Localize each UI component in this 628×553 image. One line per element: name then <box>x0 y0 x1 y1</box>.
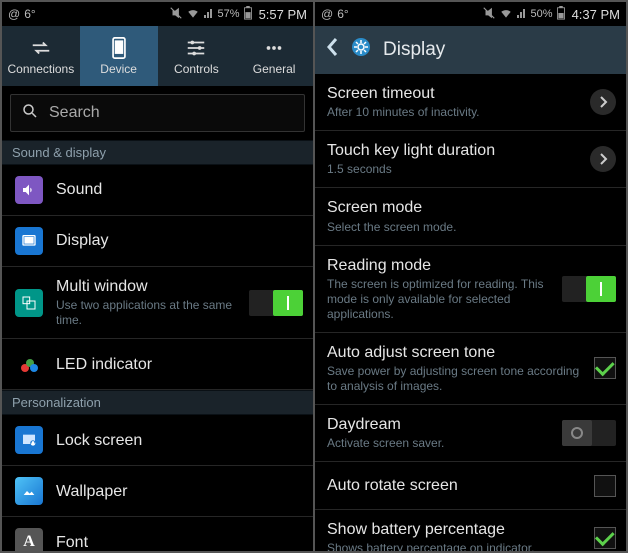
tab-device[interactable]: Device <box>80 26 158 86</box>
display-screen-right: @ 6° 50% 4:37 PM Display <box>315 2 626 551</box>
auto-adjust-checkbox[interactable] <box>594 357 616 379</box>
multi-window-icon <box>15 289 43 317</box>
daydream-toggle[interactable] <box>562 420 616 446</box>
item-title: Touch key light duration <box>327 141 582 160</box>
tab-label: Connections <box>8 62 75 76</box>
item-sub: The screen is optimized for reading. Thi… <box>327 277 554 322</box>
item-reading-mode[interactable]: Reading mode The screen is optimized for… <box>315 246 626 333</box>
item-title: Wallpaper <box>56 482 303 501</box>
page-title: Display <box>383 39 445 61</box>
settings-screen-left: @ 6° 57% 5:57 PM Connections <box>2 2 313 551</box>
tab-label: General <box>253 62 296 76</box>
wifi-icon <box>186 6 200 23</box>
item-sub: Select the screen mode. <box>327 220 616 235</box>
tab-controls[interactable]: Controls <box>158 26 236 86</box>
item-lock-screen[interactable]: Lock screen <box>2 415 313 466</box>
temperature: 6° <box>337 7 348 21</box>
item-title: Daydream <box>327 415 554 434</box>
tab-general[interactable]: General <box>235 26 313 86</box>
mute-icon <box>169 6 183 23</box>
multi-window-toggle[interactable] <box>249 290 303 316</box>
tab-connections[interactable]: Connections <box>2 26 80 86</box>
item-title: Font <box>56 533 303 551</box>
display-list[interactable]: Screen timeout After 10 minutes of inact… <box>315 74 626 551</box>
auto-rotate-checkbox[interactable] <box>594 475 616 497</box>
item-wallpaper[interactable]: Wallpaper <box>2 466 313 517</box>
item-font[interactable]: A Font <box>2 517 313 551</box>
item-auto-rotate[interactable]: Auto rotate screen <box>315 462 626 510</box>
more-icon <box>263 37 285 59</box>
clock-time: 4:37 PM <box>572 7 620 22</box>
display-icon <box>15 227 43 255</box>
gear-icon <box>349 35 373 65</box>
reading-mode-toggle[interactable] <box>562 276 616 302</box>
signal-icon <box>203 7 215 22</box>
item-title: Auto adjust screen tone <box>327 343 586 362</box>
device-icon <box>108 37 130 59</box>
status-bar: @ 6° 57% 5:57 PM <box>2 2 313 26</box>
search-row: Search <box>2 86 313 140</box>
search-input[interactable]: Search <box>10 94 305 132</box>
item-screen-mode[interactable]: Screen mode Select the screen mode. <box>315 188 626 245</box>
battery-icon <box>243 6 253 23</box>
item-sub: Save power by adjusting screen tone acco… <box>327 364 586 394</box>
settings-tabs: Connections Device Controls General <box>2 26 313 86</box>
battery-icon <box>556 6 566 23</box>
search-placeholder: Search <box>49 104 100 122</box>
item-auto-adjust[interactable]: Auto adjust screen tone Save power by ad… <box>315 333 626 405</box>
wallpaper-icon <box>15 477 43 505</box>
item-sub: After 10 minutes of inactivity. <box>327 105 582 120</box>
font-icon: A <box>15 528 43 551</box>
item-sub: 1.5 seconds <box>327 162 582 177</box>
item-title: Screen timeout <box>327 84 582 103</box>
item-title: Display <box>56 231 303 250</box>
item-touch-key[interactable]: Touch key light duration 1.5 seconds <box>315 131 626 188</box>
controls-icon <box>185 37 207 59</box>
item-title: Reading mode <box>327 256 554 275</box>
at-icon: @ <box>8 7 20 21</box>
search-icon <box>21 102 39 125</box>
item-sub: Activate screen saver. <box>327 436 554 451</box>
item-sub: Use two applications at the same time. <box>56 298 241 328</box>
mute-icon <box>482 6 496 23</box>
item-show-battery[interactable]: Show battery percentage Shows battery pe… <box>315 510 626 551</box>
item-daydream[interactable]: Daydream Activate screen saver. <box>315 405 626 462</box>
item-sub: Shows battery percentage on indicator. <box>327 541 586 551</box>
title-bar: Display <box>315 26 626 74</box>
battery-percent: 50% <box>531 8 553 20</box>
settings-list[interactable]: Sound & display Sound Display Multi wind… <box>2 140 313 551</box>
item-sound[interactable]: Sound <box>2 165 313 216</box>
temperature: 6° <box>24 7 35 21</box>
item-screen-timeout[interactable]: Screen timeout After 10 minutes of inact… <box>315 74 626 131</box>
show-battery-checkbox[interactable] <box>594 527 616 549</box>
status-bar: @ 6° 50% 4:37 PM <box>315 2 626 26</box>
led-icon <box>15 350 43 378</box>
chevron-right-icon <box>590 89 616 115</box>
item-title: Lock screen <box>56 431 303 450</box>
at-icon: @ <box>321 7 333 21</box>
tab-label: Device <box>100 62 137 76</box>
tab-label: Controls <box>174 62 219 76</box>
signal-icon <box>516 7 528 22</box>
section-header-sound-display: Sound & display <box>2 140 313 165</box>
item-multi-window[interactable]: Multi window Use two applications at the… <box>2 267 313 339</box>
back-icon[interactable] <box>325 37 339 63</box>
item-title: Show battery percentage <box>327 520 586 539</box>
clock-time: 5:57 PM <box>259 7 307 22</box>
item-title: Auto rotate screen <box>327 476 586 495</box>
item-title: LED indicator <box>56 355 303 374</box>
connections-icon <box>30 37 52 59</box>
chevron-right-icon <box>590 146 616 172</box>
lock-screen-icon <box>15 426 43 454</box>
wifi-icon <box>499 6 513 23</box>
item-title: Multi window <box>56 277 241 296</box>
section-header-personalization: Personalization <box>2 390 313 415</box>
item-title: Sound <box>56 180 303 199</box>
sound-icon <box>15 176 43 204</box>
battery-percent: 57% <box>218 8 240 20</box>
item-title: Screen mode <box>327 198 616 217</box>
item-led[interactable]: LED indicator <box>2 339 313 390</box>
item-display[interactable]: Display <box>2 216 313 267</box>
